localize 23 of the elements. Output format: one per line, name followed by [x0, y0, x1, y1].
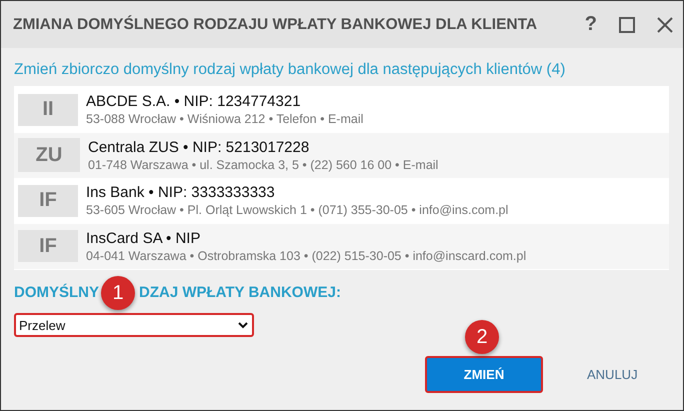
payment-type-select[interactable]: Przelew: [14, 313, 254, 337]
client-name: InsCard SA • NIP: [86, 230, 202, 247]
client-initials: II: [18, 94, 78, 126]
window-title: ZMIANA DOMYŚLNEGO RODZAJU WPŁATY BANKOWEJ DLA KLIENTA: [13, 16, 538, 34]
client-name: ABCDE S.A. • NIP: 1234774321: [86, 93, 302, 110]
step-badge: 2: [465, 320, 499, 354]
subtitle-text: Zmień zbiorczo domyślny rodzaj wpłaty bankowej dla następujących klientów (4): [14, 61, 566, 79]
client-details: 01-748 Warszawa • ul. Szamocka 3, 5 • (22) 560 16 00 • E-mail: [88, 158, 438, 172]
field-label: DOMYŚLNY: [14, 284, 100, 301]
client-details: 53-088 Wrocław • Wiśniowa 212 • Telefon • E-mail: [86, 112, 364, 126]
client-initials: ZU: [18, 138, 80, 172]
client-name: Centrala ZUS • NIP: 5213017228: [88, 138, 310, 156]
client-initials: IF: [18, 184, 78, 217]
step-badge: 1: [101, 276, 135, 310]
field-label: DZAJ WPŁATY BANKOWEJ:: [139, 284, 341, 301]
cancel-button[interactable]: ANULUJ: [587, 367, 638, 382]
client-initials: IF: [18, 230, 78, 262]
help-button[interactable]: ?: [584, 14, 597, 36]
change-button[interactable]: ZMIEŃ: [425, 356, 543, 393]
caret-icon: [238, 322, 248, 328]
client-details: 04-041 Warszawa • Ostrobramska 103 • (022) 515-30-05 • info@inscard.com.pl: [86, 248, 526, 263]
client-details: 53-605 Wrocław • Pl. Orląt Lwowskich 1 • (071) 355-30-05 • info@ins.com.pl: [86, 203, 508, 218]
client-name: Ins Bank • NIP: 3333333333: [86, 184, 276, 202]
